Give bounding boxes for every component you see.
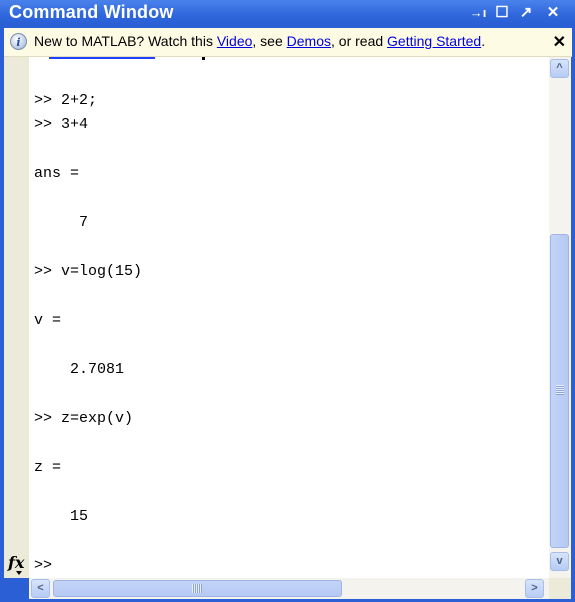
console-line: z = [34,459,62,476]
console-line: 7 [34,214,89,231]
function-browser-icon[interactable]: fx [8,553,24,572]
notice-prefix: New to MATLAB? Watch this [34,33,217,49]
chevron-up-icon: ^ [556,62,563,74]
gutter [4,57,29,578]
vertical-scrollbar[interactable]: ^ v [549,57,571,578]
chevron-right-icon: > [531,582,538,594]
scroll-down-button[interactable]: v [550,552,569,571]
horizontal-scrollbar[interactable]: < > [29,578,549,599]
chevron-down-icon: v [556,555,563,567]
console-line: >> 3+4 [34,116,89,133]
grip-icon [192,584,202,593]
demos-link[interactable]: Demos [287,33,331,49]
maximize-icon[interactable]: ☐ [492,3,512,23]
command-window: Command Window →ı ☐ ↗ ✕ i New to MATLAB?… [0,0,575,602]
scroll-up-button[interactable]: ^ [550,59,569,78]
partial-text-fragment [202,57,205,60]
console-line: 15 [34,508,89,525]
scroll-left-button[interactable]: < [31,579,50,598]
undock-icon[interactable]: ↗ [516,3,536,23]
video-link[interactable]: Video [217,33,253,49]
vertical-scroll-thumb[interactable] [550,234,569,548]
info-icon: i [10,33,27,50]
notice-mid1: , see [252,33,287,49]
console-line: >> v=log(15) [34,263,143,280]
command-prompt[interactable]: >> [34,557,61,574]
chevron-left-icon: < [37,582,44,594]
close-icon[interactable]: ✕ [543,3,563,23]
console-line: >> 2+2; [34,92,98,109]
partial-link-underline [49,57,155,59]
console-line: v = [34,312,62,329]
console-line: 2.7081 [34,361,125,378]
grip-icon [556,385,564,395]
notice-mid2: , or read [331,33,388,49]
window-title: Command Window [9,2,174,22]
info-bar: i New to MATLAB? Watch this Video, see D… [4,28,572,57]
info-bar-text: New to MATLAB? Watch this Video, see Dem… [34,33,485,49]
function-browser-dropdown-icon[interactable] [16,571,22,575]
horizontal-scroll-thumb[interactable] [53,580,342,597]
title-bar[interactable]: Command Window →ı ☐ ↗ ✕ [0,0,575,26]
notice-suffix: . [481,33,486,49]
console-output[interactable]: >> 2+2; >> 3+4 ans = 7 >> v=log(15) v = … [29,57,549,578]
scrollbar-corner [549,578,571,599]
console-line: >> z=exp(v) [34,410,134,427]
scroll-right-button[interactable]: > [525,579,544,598]
dock-icon[interactable]: →ı [468,3,488,23]
info-bar-close-icon[interactable]: ✕ [553,32,566,52]
getting-started-link[interactable]: Getting Started [387,33,481,49]
console-line: ans = [34,165,80,182]
